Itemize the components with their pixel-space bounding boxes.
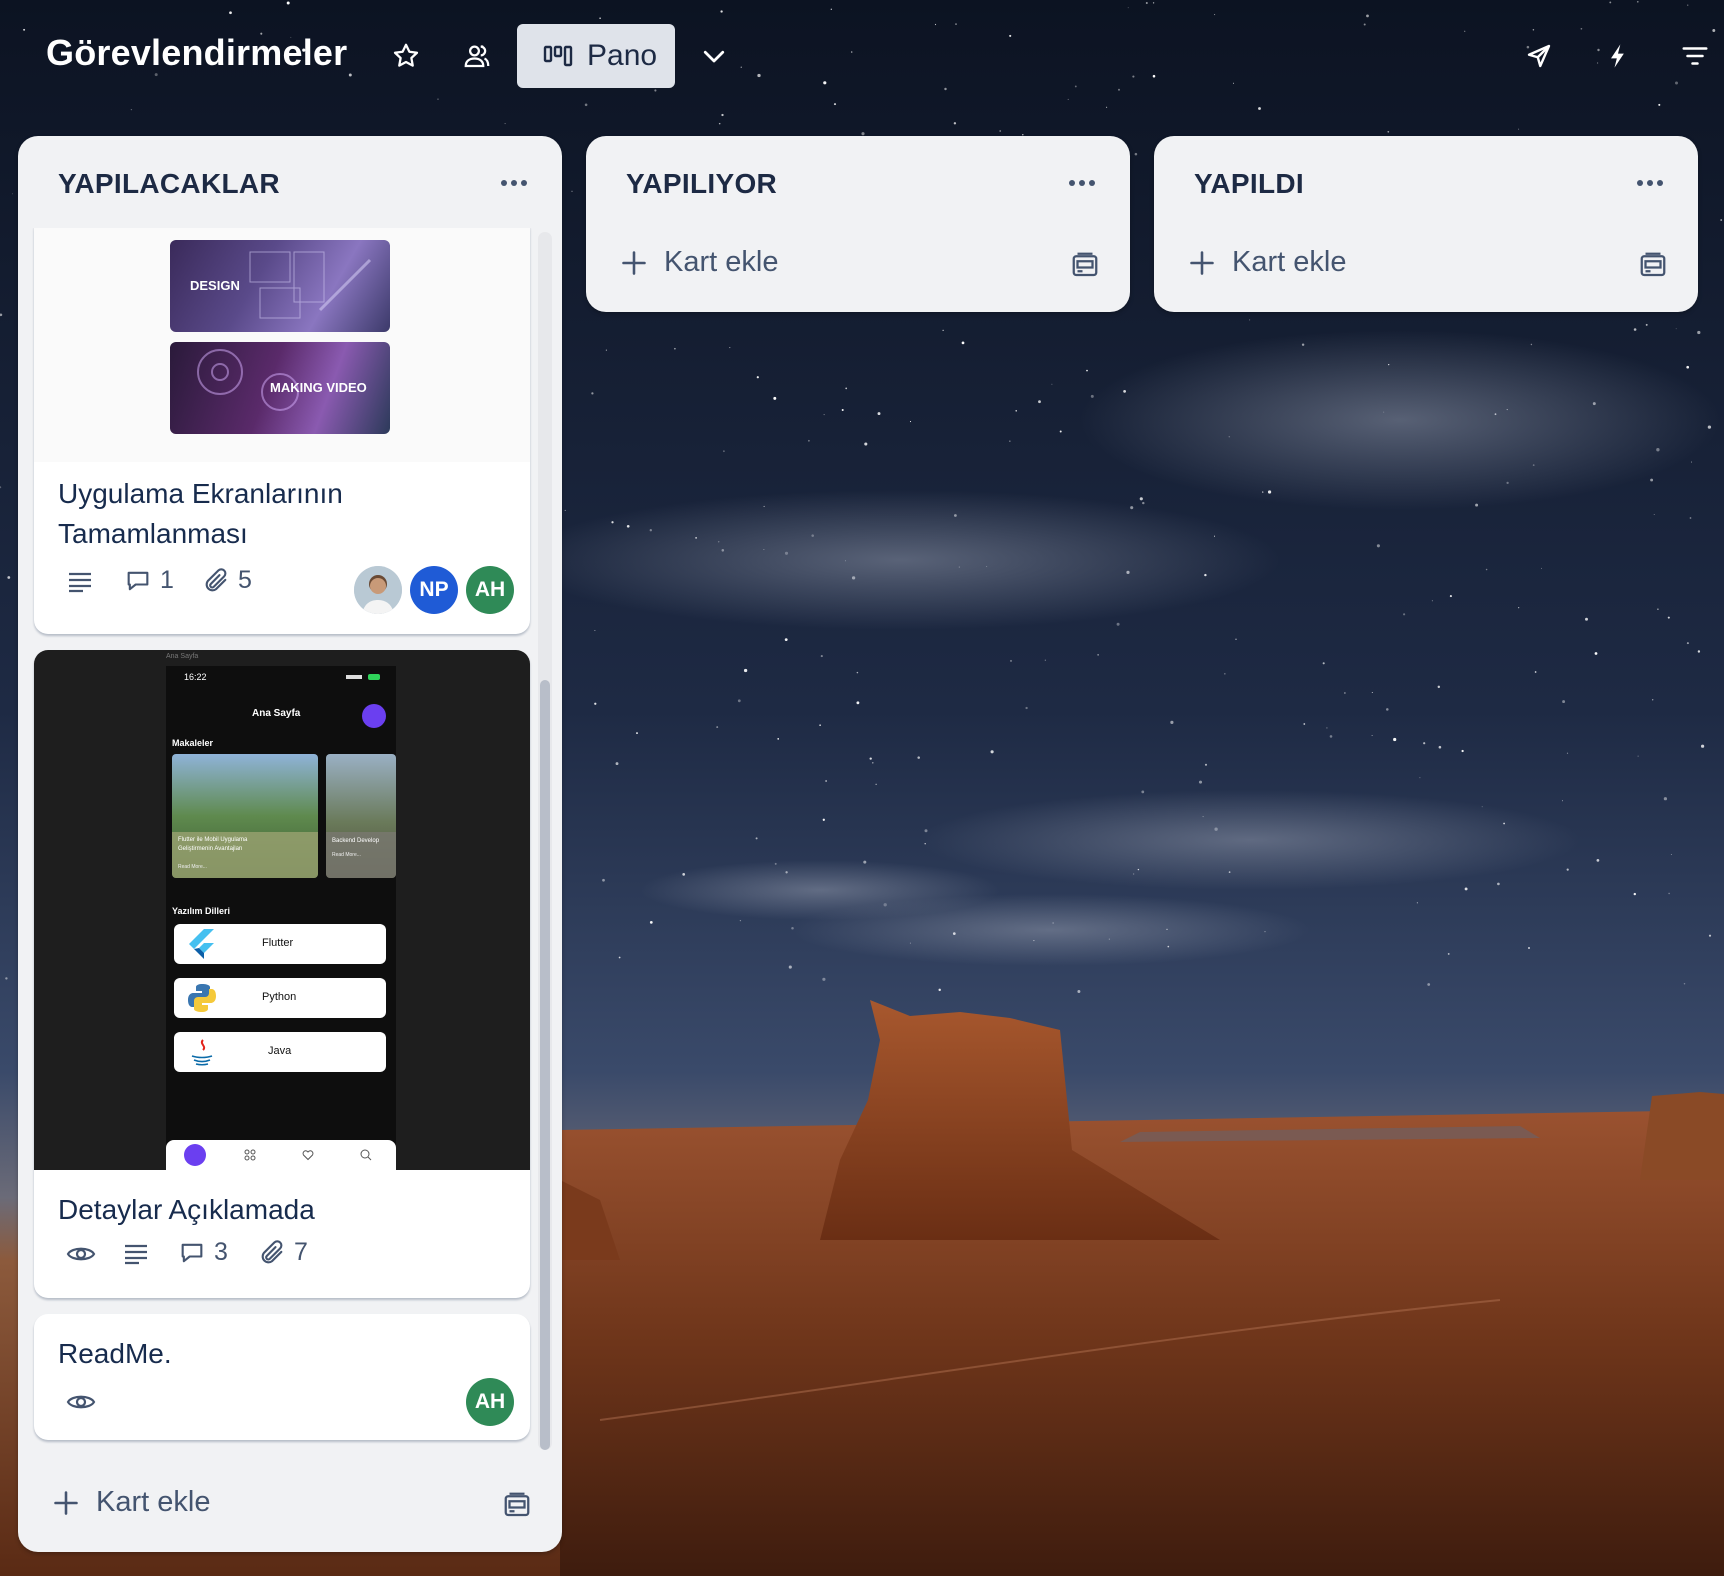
watching-badge: [66, 1390, 96, 1414]
list-in-progress: YAPILIYOR Kart ekle: [586, 136, 1130, 312]
list-menu-icon[interactable]: [494, 168, 534, 198]
add-card-button[interactable]: Kart ekle: [1188, 246, 1346, 279]
description-icon: [125, 1244, 147, 1265]
phone-time: 16:22: [184, 672, 207, 682]
star-icon[interactable]: [384, 34, 428, 78]
filter-icon[interactable]: [1680, 34, 1724, 78]
home-nav-icon: [184, 1144, 206, 1166]
plus-icon: [622, 250, 646, 275]
board-view-icon: [543, 45, 573, 67]
list-scrollbar[interactable]: [538, 232, 552, 1450]
list-menu-icon[interactable]: [1630, 168, 1670, 198]
list-todo: YAPILACAKLAR DESIGN MAKING VIDEO Uygulam…: [18, 136, 562, 1552]
eye-icon: [66, 1247, 96, 1261]
workspace-visible-icon[interactable]: [455, 34, 499, 78]
description-badge: [66, 570, 94, 594]
card-cover-phone-screenshot: Ana Sayfa 16:22 Ana Sayfa Makaleler Flut…: [34, 650, 530, 1170]
article-2-title: Backend Develop: [332, 838, 380, 844]
card-template-icon[interactable]: [1070, 250, 1100, 280]
watching-badge: [66, 1242, 96, 1266]
card-app-screens[interactable]: DESIGN MAKING VIDEO Uygulama Ekranlarını…: [34, 228, 530, 634]
article-1-more: Read More...: [178, 864, 207, 870]
list-title[interactable]: YAPILDI: [1194, 168, 1304, 200]
cover-label-video: MAKING VIDEO: [270, 380, 367, 395]
heart-nav-icon: [302, 1150, 314, 1161]
card-cover: DESIGN MAKING VIDEO: [34, 228, 530, 462]
description-badge: [122, 1242, 150, 1266]
comments-badge: 3: [178, 1238, 228, 1267]
articles-heading: Makaleler: [172, 738, 214, 748]
add-card-label: Kart ekle: [1232, 246, 1347, 278]
card-title: Uygulama Ekranlarının Tamamlanması: [58, 478, 343, 549]
flutter-logo-icon: [189, 929, 214, 959]
plus-icon: [54, 1490, 78, 1515]
avatar-ah[interactable]: AH: [466, 566, 514, 614]
language-flutter: Flutter: [262, 937, 294, 949]
phone-status-icons: [346, 674, 382, 680]
card-readme[interactable]: ReadMe. AH: [34, 1314, 530, 1440]
paperclip-icon: [261, 1239, 283, 1263]
board-header: Görevlendirmeler Pano: [0, 0, 1724, 112]
language-row-python: Python: [174, 978, 386, 1018]
board-title[interactable]: Görevlendirmeler: [46, 32, 347, 74]
cover-image-video: MAKING VIDEO: [170, 342, 390, 434]
comments-count: 1: [160, 566, 174, 594]
card-template-icon[interactable]: [1638, 250, 1668, 280]
python-logo-icon: [188, 984, 216, 1012]
list-menu-icon[interactable]: [1062, 168, 1102, 198]
language-row-java: Java: [174, 1032, 386, 1072]
attachments-count: 7: [294, 1238, 308, 1266]
list-done: YAPILDI Kart ekle: [1154, 136, 1698, 312]
java-logo-icon: [191, 1039, 213, 1066]
profile-icon: [362, 704, 386, 728]
board-view-label: Pano: [587, 39, 658, 72]
card-details[interactable]: Ana Sayfa 16:22 Ana Sayfa Makaleler Flut…: [34, 650, 530, 1298]
list-title[interactable]: YAPILIYOR: [626, 168, 777, 200]
avatar-np[interactable]: NP: [410, 566, 458, 614]
avatar-photo[interactable]: [354, 566, 402, 614]
board-view-switcher[interactable]: Pano: [517, 24, 675, 88]
comment-icon: [127, 571, 149, 590]
add-card-button[interactable]: Kart ekle: [620, 246, 778, 279]
add-card-label: Kart ekle: [664, 246, 779, 278]
search-nav-icon: [360, 1149, 372, 1161]
power-ups-icon[interactable]: [1517, 34, 1561, 78]
automation-icon[interactable]: [1596, 34, 1640, 78]
cover-label-design: DESIGN: [190, 278, 240, 293]
phone-screen-title: Ana Sayfa: [252, 708, 301, 719]
languages-heading: Yazılım Dilleri: [172, 906, 231, 916]
attachments-badge: 5: [202, 566, 252, 595]
list-title[interactable]: YAPILACAKLAR: [58, 168, 280, 200]
card-title: Detaylar Açıklamada: [58, 1194, 315, 1225]
plus-icon: [1190, 250, 1214, 275]
comments-count: 3: [214, 1238, 228, 1266]
list-scrollbar-thumb[interactable]: [540, 680, 550, 1450]
article-card-1: Flutter ile Mobil Uygulama Geliştirmenin…: [172, 754, 318, 878]
comments-badge: 1: [124, 566, 174, 595]
paperclip-icon: [205, 567, 227, 591]
cover-image-design: DESIGN: [170, 240, 390, 332]
chevron-down-icon[interactable]: [692, 34, 736, 78]
add-card-label: Kart ekle: [96, 1486, 211, 1518]
avatar-ah[interactable]: AH: [466, 1378, 514, 1426]
card-title: ReadMe.: [58, 1338, 172, 1369]
attachments-badge: 7: [258, 1238, 308, 1267]
article-card-2: Backend Develop Read More...: [326, 754, 396, 878]
card-template-icon[interactable]: [502, 1490, 532, 1520]
language-row-flutter: Flutter: [174, 924, 386, 964]
list-cards-container: DESIGN MAKING VIDEO Uygulama Ekranlarını…: [18, 228, 562, 1494]
language-java: Java: [268, 1045, 292, 1057]
article-2-more: Read More...: [332, 852, 361, 858]
attachments-count: 5: [238, 566, 252, 594]
language-python: Python: [262, 991, 297, 1003]
phone-bottom-nav: [166, 1140, 396, 1170]
description-icon: [69, 572, 91, 593]
phone-screen: 16:22 Ana Sayfa Makaleler Flutter ile Mo…: [166, 666, 396, 1170]
add-card-button[interactable]: Kart ekle: [52, 1486, 210, 1519]
comment-icon: [181, 1243, 203, 1262]
grid-nav-icon: [244, 1149, 256, 1161]
article-1-title: Flutter ile Mobil Uygulama Geliştirmenin…: [178, 837, 248, 852]
screenshot-caption: Ana Sayfa: [166, 653, 199, 660]
eye-icon: [66, 1395, 96, 1409]
